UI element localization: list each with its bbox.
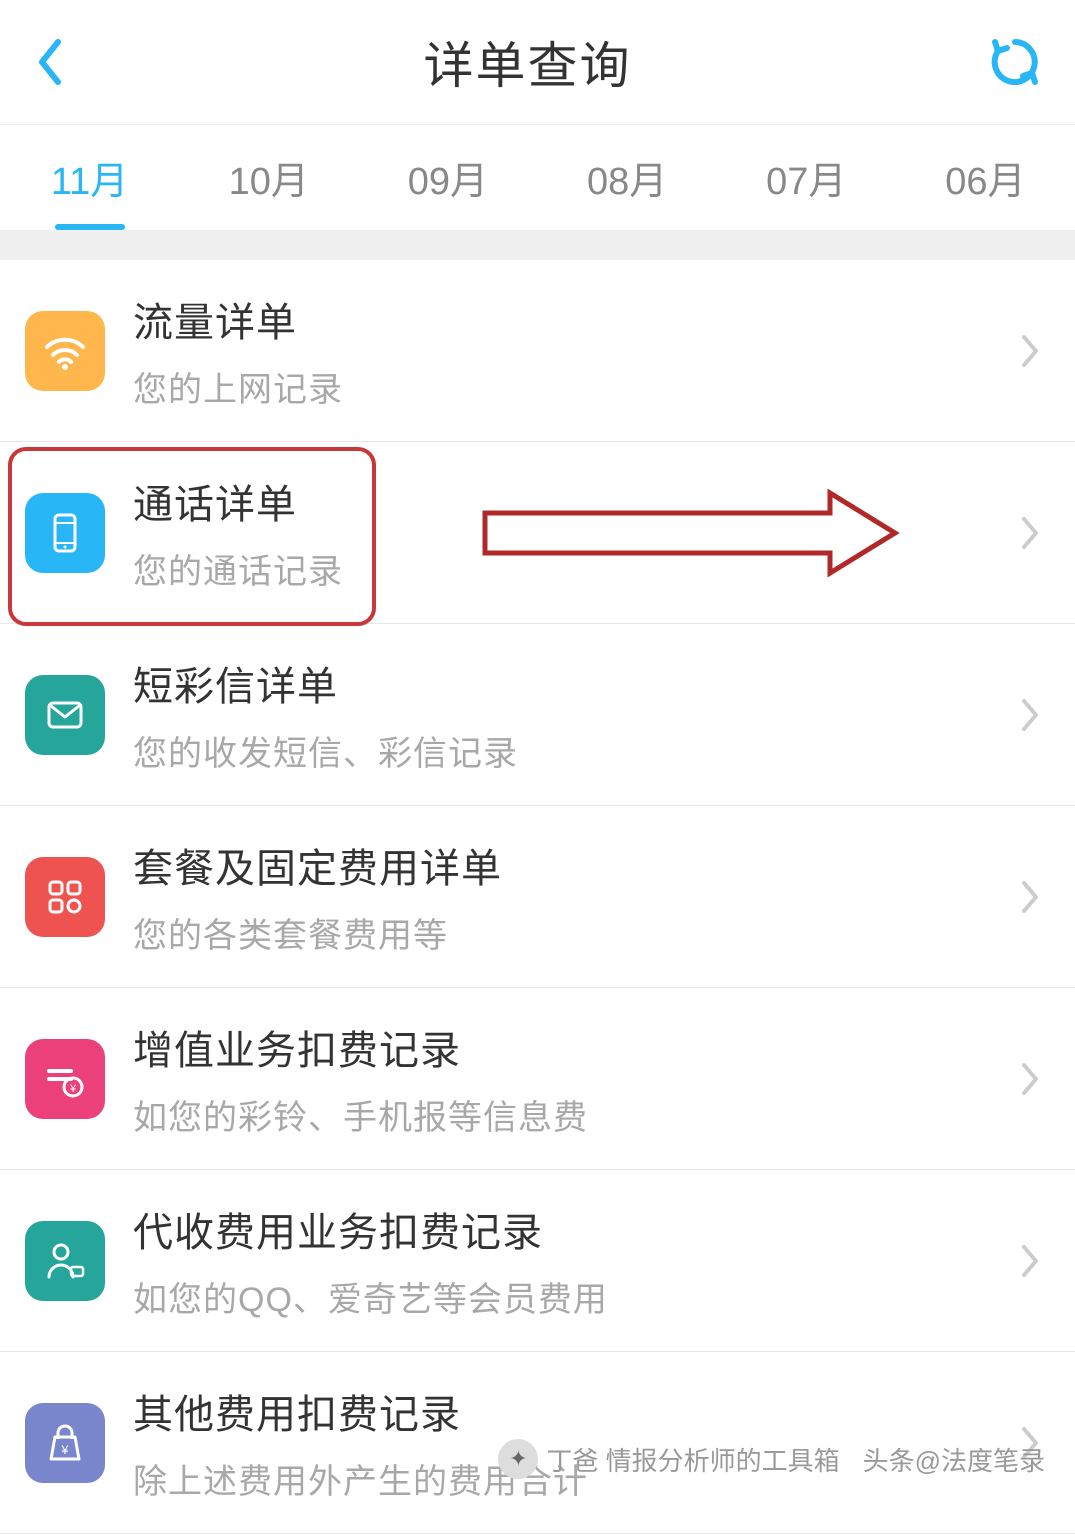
item-title: 增值业务扣费记录	[133, 1018, 1020, 1076]
user-cart-icon	[25, 1221, 105, 1301]
page-title: 详单查询	[424, 26, 632, 98]
list-item-data-usage[interactable]: 流量详单 您的上网记录	[0, 260, 1075, 442]
item-title: 通话详单	[133, 472, 1020, 530]
item-subtitle: 如您的QQ、爱奇艺等会员费用	[133, 1272, 1020, 1321]
item-subtitle: 您的收发短信、彩信记录	[133, 726, 1020, 775]
item-title: 短彩信详单	[133, 654, 1020, 712]
section-gap	[0, 230, 1075, 260]
item-subtitle: 您的上网记录	[133, 362, 1020, 411]
phone-icon	[25, 493, 105, 573]
svg-text:¥: ¥	[61, 1443, 69, 1457]
header: 详单查询	[0, 0, 1075, 125]
chevron-left-icon	[36, 38, 64, 86]
item-text: 流量详单 您的上网记录	[133, 290, 1020, 411]
card-icon: ¥	[25, 1039, 105, 1119]
item-text: 代收费用业务扣费记录 如您的QQ、爱奇艺等会员费用	[133, 1200, 1020, 1321]
tab-month-08[interactable]: 08月	[538, 125, 717, 230]
chevron-right-icon	[1020, 879, 1040, 915]
item-title: 套餐及固定费用详单	[133, 836, 1020, 894]
mail-icon	[25, 675, 105, 755]
watermark: ✦ 丁爸 情报分析师的工具箱 头条@法度笔录	[498, 1439, 1045, 1479]
back-button[interactable]	[30, 32, 70, 92]
watermark-text-2: 头条@法度笔录	[863, 1441, 1045, 1478]
tab-month-06[interactable]: 06月	[896, 125, 1075, 230]
item-text: 通话详单 您的通话记录	[133, 472, 1020, 593]
item-subtitle: 如您的彩铃、手机报等信息费	[133, 1090, 1020, 1139]
list-item-value-added[interactable]: ¥ 增值业务扣费记录 如您的彩铃、手机报等信息费	[0, 988, 1075, 1170]
list-item-package-fees[interactable]: 套餐及固定费用详单 您的各类套餐费用等	[0, 806, 1075, 988]
item-title: 流量详单	[133, 290, 1020, 348]
month-tabs: 11月 10月 09月 08月 07月 06月	[0, 125, 1075, 230]
bag-icon: ¥	[25, 1403, 105, 1483]
svg-text:¥: ¥	[69, 1083, 77, 1095]
item-text: 短彩信详单 您的收发短信、彩信记录	[133, 654, 1020, 775]
chevron-right-icon	[1020, 697, 1040, 733]
refresh-icon	[987, 34, 1043, 90]
tab-month-09[interactable]: 09月	[358, 125, 537, 230]
item-text: 套餐及固定费用详单 您的各类套餐费用等	[133, 836, 1020, 957]
watermark-text-1: 丁爸 情报分析师的工具箱	[546, 1441, 839, 1478]
bill-list: 流量详单 您的上网记录 通话详单 您的通话记录 短彩信详单 您的收发短信、彩信记…	[0, 260, 1075, 1534]
chevron-right-icon	[1020, 333, 1040, 369]
item-title: 代收费用业务扣费记录	[133, 1200, 1020, 1258]
item-subtitle: 您的各类套餐费用等	[133, 908, 1020, 957]
chevron-right-icon	[1020, 1061, 1040, 1097]
tab-month-11[interactable]: 11月	[0, 125, 179, 230]
grid-icon	[25, 857, 105, 937]
chevron-right-icon	[1020, 1243, 1040, 1279]
list-item-call-records[interactable]: 通话详单 您的通话记录	[0, 442, 1075, 624]
item-title: 其他费用扣费记录	[133, 1382, 1020, 1440]
tab-month-10[interactable]: 10月	[179, 125, 358, 230]
wifi-icon	[25, 311, 105, 391]
chevron-right-icon	[1020, 515, 1040, 551]
item-subtitle: 您的通话记录	[133, 544, 1020, 593]
tab-month-07[interactable]: 07月	[717, 125, 896, 230]
wechat-avatar-icon: ✦	[498, 1439, 538, 1479]
list-item-collection-fees[interactable]: 代收费用业务扣费记录 如您的QQ、爱奇艺等会员费用	[0, 1170, 1075, 1352]
list-item-sms-mms[interactable]: 短彩信详单 您的收发短信、彩信记录	[0, 624, 1075, 806]
refresh-button[interactable]	[985, 32, 1045, 92]
item-text: 增值业务扣费记录 如您的彩铃、手机报等信息费	[133, 1018, 1020, 1139]
